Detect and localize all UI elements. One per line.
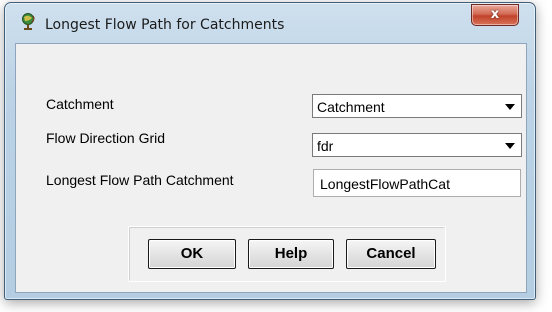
ok-button[interactable]: OK (148, 239, 236, 269)
title-bar[interactable]: Longest Flow Path for Catchments x (5, 3, 535, 33)
catchment-selected-value: Catchment (317, 99, 385, 115)
longest-flow-path-catchment-input[interactable]: LongestFlowPathCat (313, 169, 521, 197)
flow-direction-grid-selected-value: fdr (317, 138, 334, 154)
catchment-label: Catchment (46, 96, 114, 112)
globe-tool-icon (19, 12, 39, 32)
flow-direction-grid-label: Flow Direction Grid (46, 130, 166, 146)
longest-flow-path-catchment-value: LongestFlowPathCat (320, 176, 450, 192)
help-button[interactable]: Help (248, 239, 334, 269)
chevron-down-icon[interactable] (505, 104, 515, 110)
longest-flow-path-catchment-label: Longest Flow Path Catchment (46, 172, 234, 188)
dialog-body: Catchment Catchment Flow Direction Grid … (15, 43, 527, 293)
window-title: Longest Flow Path for Catchments (45, 17, 285, 33)
catchment-dropdown[interactable]: Catchment (312, 94, 522, 118)
flow-direction-grid-dropdown[interactable]: fdr (312, 133, 522, 157)
dialog-window: Longest Flow Path for Catchments x Catch… (4, 2, 536, 300)
chevron-down-icon[interactable] (505, 143, 515, 149)
close-button[interactable]: x (471, 4, 519, 26)
cancel-button[interactable]: Cancel (346, 239, 436, 269)
